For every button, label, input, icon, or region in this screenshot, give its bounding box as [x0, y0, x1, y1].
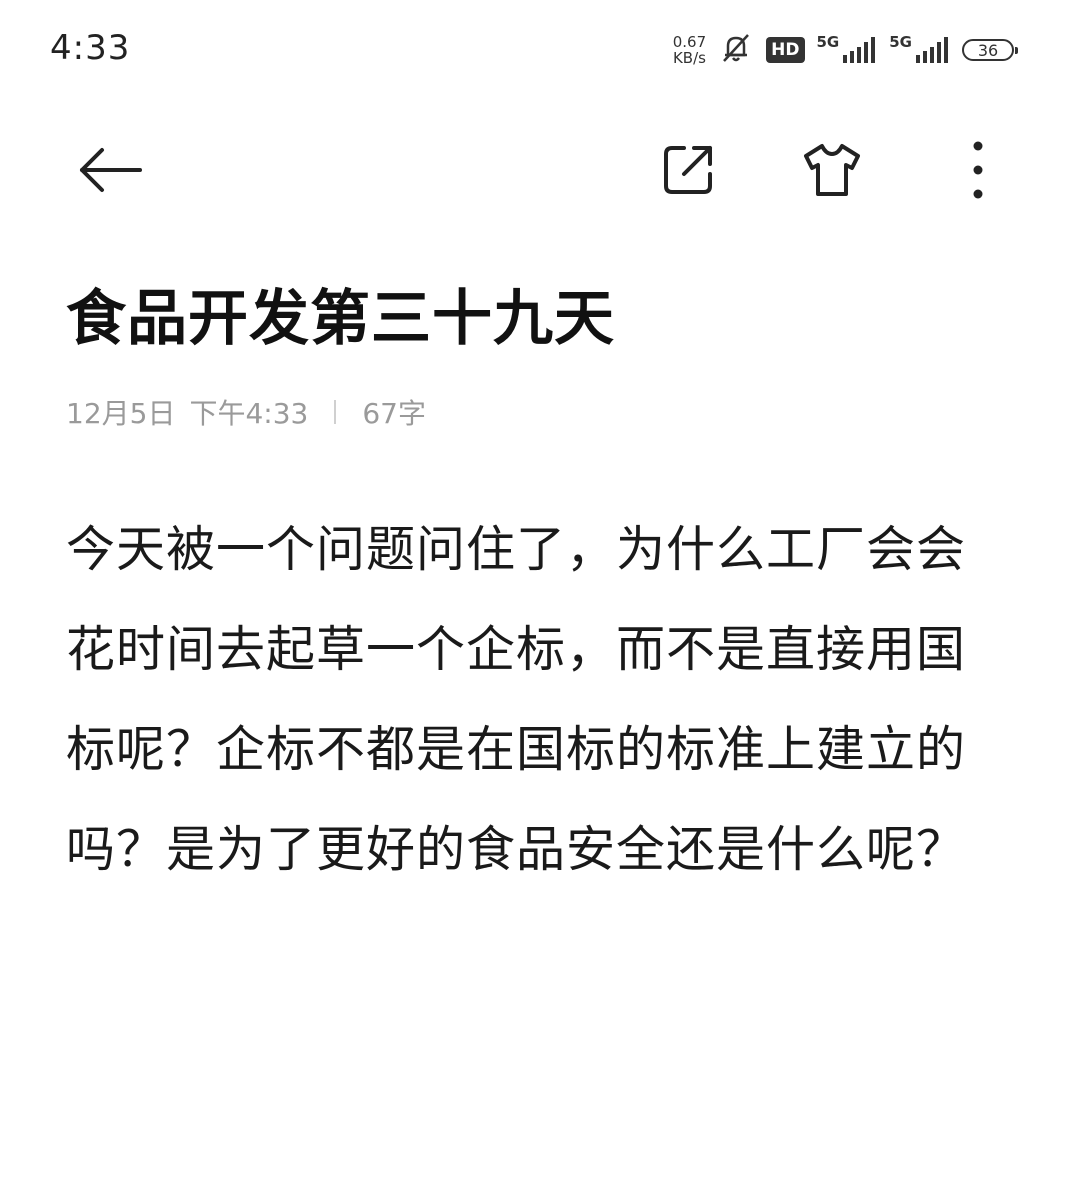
note-time: 下午4:33 — [189, 397, 309, 430]
signal-5g-2: 5G — [889, 35, 950, 65]
signal-label: 5G — [816, 33, 840, 51]
signal-bars-icon — [916, 37, 948, 63]
theme-button[interactable] — [800, 138, 864, 202]
note-body[interactable]: 今天被一个问题问住了，为什么工厂会会花时间去起草一个企标，而不是直接用国标呢？企… — [66, 500, 1001, 900]
status-time: 4:33 — [50, 28, 131, 68]
toolbar — [0, 120, 1080, 220]
network-speed-value: 0.67 — [672, 33, 707, 51]
more-vertical-icon — [973, 141, 983, 199]
back-arrow-icon — [80, 148, 142, 192]
note-title[interactable]: 食品开发第三十九天 — [66, 270, 615, 357]
tshirt-icon — [804, 144, 860, 196]
back-button[interactable] — [78, 138, 142, 202]
share-icon — [664, 146, 712, 194]
status-icons: 0.67 KB/s HD 5G 5G 36 — [673, 30, 1018, 70]
network-speed: 0.67 KB/s — [673, 34, 706, 66]
hd-voice-badge: HD — [766, 37, 805, 63]
note-date: 12月5日 — [66, 397, 176, 430]
signal-bars-icon — [843, 37, 876, 63]
signal-5g-1: 5G — [817, 35, 878, 65]
mute-bell-icon — [718, 30, 754, 70]
more-options-button[interactable] — [946, 138, 1010, 202]
network-speed-unit: KB/s — [672, 49, 706, 67]
meta-divider — [334, 400, 337, 424]
word-count: 67字 — [362, 397, 426, 430]
share-button[interactable] — [656, 138, 720, 202]
battery-icon: 36 — [962, 39, 1018, 61]
battery-level: 36 — [977, 40, 999, 60]
note-meta: 12月5日 下午4:33 67字 — [66, 392, 426, 432]
signal-label: 5G — [889, 33, 912, 51]
status-bar: 4:33 0.67 KB/s HD 5G 5G 36 — [0, 0, 1080, 100]
